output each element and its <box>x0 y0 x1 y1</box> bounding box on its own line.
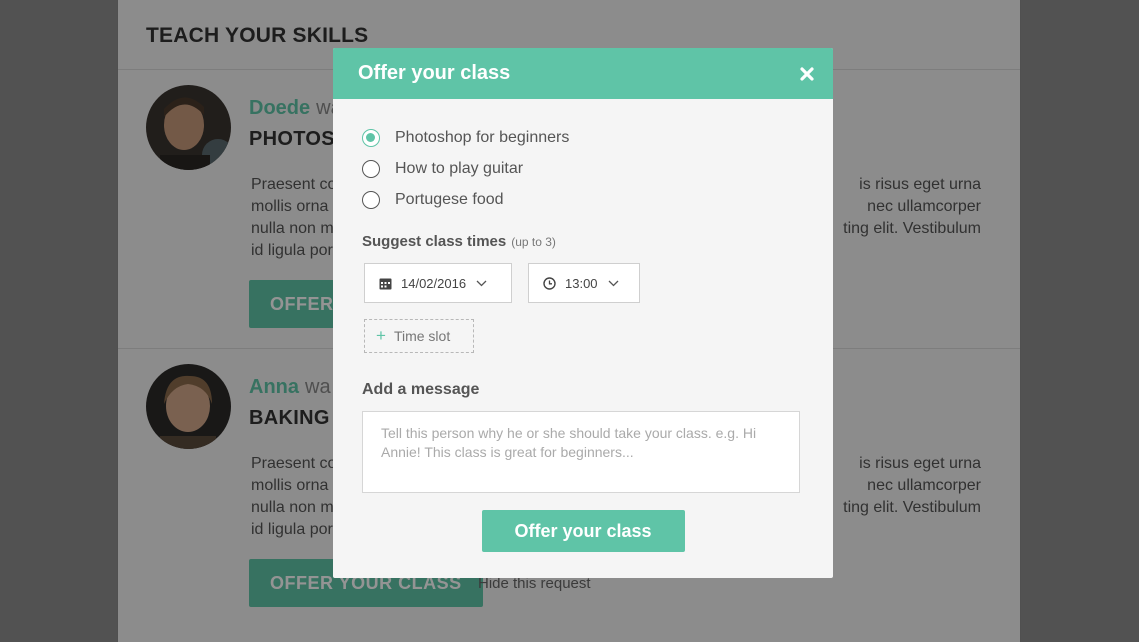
class-option-photoshop[interactable]: Photoshop for beginners <box>362 122 804 153</box>
clock-icon <box>543 276 556 290</box>
message-textarea[interactable] <box>362 411 800 493</box>
radio-unselected[interactable] <box>362 190 380 209</box>
message-label: Add a message <box>362 381 480 398</box>
plus-icon: + <box>376 326 386 345</box>
class-times-hint: (up to 3) <box>511 235 556 249</box>
offer-class-modal: Offer your class Photoshop for beginners… <box>333 48 833 578</box>
class-option-guitar[interactable]: How to play guitar <box>362 153 804 184</box>
radio-unselected[interactable] <box>362 159 380 178</box>
chevron-down-icon <box>608 280 619 286</box>
chevron-down-icon <box>476 280 487 286</box>
class-option-label: Portugese food <box>395 190 504 208</box>
radio-selected[interactable] <box>362 128 380 147</box>
class-option-label: How to play guitar <box>395 159 524 177</box>
time-value: 13:00 <box>565 275 598 291</box>
date-value: 14/02/2016 <box>401 275 467 291</box>
close-icon[interactable] <box>799 66 815 82</box>
calendar-icon <box>379 278 392 289</box>
time-pickers: 14/02/2016 13:00 <box>362 263 804 303</box>
time-slot-label: Time slot <box>393 328 451 344</box>
class-option-label: Photoshop for beginners <box>395 128 570 146</box>
class-option-food[interactable]: Portugese food <box>362 184 804 215</box>
modal-body: Photoshop for beginners How to play guit… <box>333 99 833 552</box>
time-picker[interactable]: 13:00 <box>528 263 640 303</box>
modal-title: Offer your class <box>358 62 511 84</box>
offer-class-submit-button[interactable]: Offer your class <box>481 510 685 552</box>
class-times-label: Suggest class times (up to 3) <box>362 233 556 250</box>
add-time-slot-button[interactable]: + Time slot <box>364 319 474 353</box>
modal-header: Offer your class <box>333 48 833 99</box>
date-picker[interactable]: 14/02/2016 <box>364 263 512 303</box>
